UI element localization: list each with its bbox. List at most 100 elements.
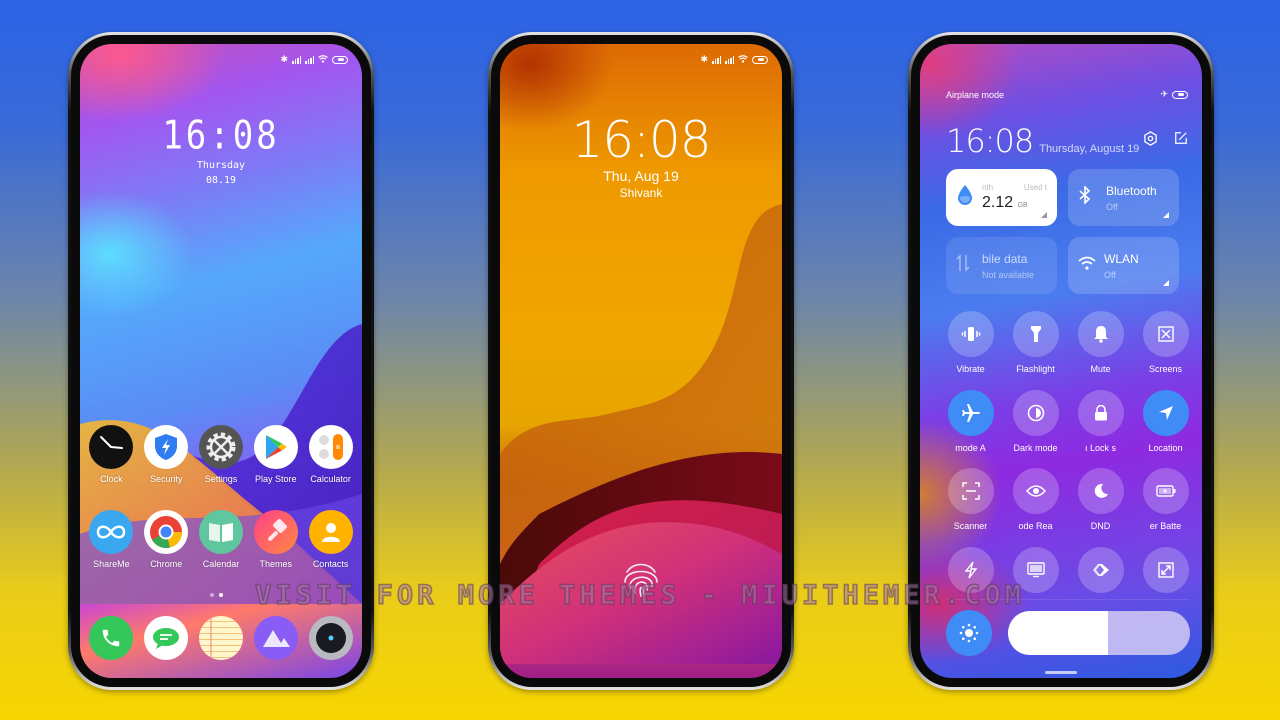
- toggle-label: mode A: [955, 443, 986, 453]
- toggle-floating-window[interactable]: [1141, 547, 1190, 593]
- app-security[interactable]: Security: [139, 425, 194, 484]
- paint-brush-icon: [253, 510, 298, 554]
- scanner-icon: [947, 468, 994, 514]
- app-label: ShareMe: [93, 559, 130, 569]
- app-contacts[interactable]: Contacts: [303, 510, 358, 569]
- eye-icon: [1012, 468, 1059, 514]
- home-indicator[interactable]: [1045, 671, 1077, 674]
- brightness-slider-fill: [1008, 611, 1109, 655]
- bluetooth-title: Bluetooth: [1106, 183, 1157, 198]
- bluetooth-icon: [1078, 185, 1098, 209]
- toggle-mute[interactable]: Mute: [1076, 311, 1125, 374]
- bluetooth-icon: ✱: [700, 54, 708, 64]
- toggle-row-4: [946, 547, 1190, 593]
- brightness-row: [946, 610, 1190, 656]
- toggle-dnd[interactable]: DND: [1076, 468, 1125, 531]
- app-shareme[interactable]: ShareMe: [84, 510, 139, 569]
- toggle-lock-screen[interactable]: ı Lock s: [1076, 390, 1125, 453]
- gallery-icon: [253, 616, 298, 660]
- gear-icon: [198, 425, 243, 469]
- dock-camera[interactable]: [303, 616, 358, 660]
- app-label: Chrome: [150, 559, 183, 569]
- mobile-data-status: Not available: [982, 269, 1035, 280]
- page-indicator[interactable]: [210, 593, 223, 597]
- wlan-tile[interactable]: WLAN Off: [1068, 237, 1179, 294]
- phone-home-screen: ✱ 16:08 Thursday 08.19 Clock Security Se…: [68, 32, 374, 690]
- wlan-title: WLAN: [1104, 251, 1139, 266]
- page-dot[interactable]: [210, 593, 214, 597]
- toggle-cast[interactable]: [1011, 547, 1060, 593]
- signal-icon: [725, 55, 734, 64]
- battery-icon: [1172, 90, 1188, 99]
- home-screen: ✱ 16:08 Thursday 08.19 Clock Security Se…: [80, 44, 362, 678]
- app-settings[interactable]: Settings: [194, 425, 249, 484]
- calendar-book-icon: [198, 510, 243, 554]
- clock-widget[interactable]: 16:08 Thursday 08.19: [80, 113, 362, 186]
- page-dot-active[interactable]: [219, 593, 223, 597]
- edit-icon[interactable]: [1174, 131, 1188, 151]
- toggle-label: Screens: [1148, 364, 1183, 374]
- bluetooth-tile[interactable]: Bluetooth Off: [1068, 169, 1179, 226]
- app-themes[interactable]: Themes: [248, 510, 303, 569]
- expand-corner-icon: [1163, 280, 1169, 286]
- data-usage-tile[interactable]: nth Used t 2.12 GB: [946, 169, 1057, 226]
- signal-icon: [712, 55, 721, 64]
- toggle-dark-mode[interactable]: Dark mode: [1011, 390, 1060, 453]
- app-play-store[interactable]: Play Store: [248, 425, 303, 484]
- toggle-vibrate[interactable]: Vibrate: [946, 311, 995, 374]
- brightness-auto-button[interactable]: [946, 610, 992, 656]
- toggle-location[interactable]: Location: [1141, 390, 1190, 453]
- toggle-scanner[interactable]: Scanner: [946, 468, 995, 531]
- notes-icon: [198, 616, 243, 660]
- fingerprint-icon[interactable]: [619, 558, 663, 602]
- app-label: Clock: [100, 474, 123, 484]
- data-period-label: nth: [982, 183, 994, 192]
- mobile-data-tile[interactable]: bile data Not available: [946, 237, 1057, 294]
- battery-icon: [332, 55, 348, 64]
- wlan-status: Off: [1104, 269, 1116, 280]
- control-center: Airplane mode ✈ 16:08 Thursday, August 1…: [920, 44, 1202, 678]
- app-clock[interactable]: Clock: [84, 425, 139, 484]
- dock-gallery[interactable]: [248, 616, 303, 660]
- cast-screen-icon: [1012, 547, 1059, 593]
- dock-phone[interactable]: [84, 616, 139, 660]
- toggle-flashlight[interactable]: Flashlight: [1011, 311, 1060, 374]
- settings-hex-icon[interactable]: [1143, 131, 1158, 151]
- mobile-data-arrows-icon: [956, 254, 970, 277]
- app-calendar[interactable]: Calendar: [194, 510, 249, 569]
- dock-notes[interactable]: [194, 616, 249, 660]
- lock-owner-name: Shivank: [619, 186, 663, 200]
- app-label: Contacts: [312, 559, 349, 569]
- toggle-row-2: mode A Dark mode ı Lock s Location: [946, 390, 1190, 453]
- bell-icon: [1077, 311, 1124, 357]
- lock-time: 16:08: [571, 111, 711, 169]
- bluetooth-icon: ✱: [280, 54, 288, 64]
- app-grid-row-2: ShareMe Chrome Calendar Themes Contacts: [80, 510, 362, 569]
- cc-date: Thursday, August 19: [1039, 143, 1140, 155]
- messages-icon: [144, 616, 189, 660]
- data-used-unit: GB: [1017, 202, 1028, 209]
- app-label: Calendar: [202, 559, 240, 569]
- toggle-row-1: Vibrate Flashlight Mute Screens: [946, 311, 1190, 374]
- vibrate-icon: [947, 311, 994, 357]
- status-bar: ✱: [280, 54, 348, 65]
- app-label: Play Store: [255, 474, 297, 484]
- play-store-icon: [253, 425, 298, 469]
- dock-messages[interactable]: [139, 616, 194, 660]
- lock-icon: [1077, 390, 1124, 436]
- clock-day: Thursday: [196, 160, 246, 171]
- toggle-row-3: Scanner ode Rea DND er Batte: [946, 468, 1190, 531]
- app-label: Calculator: [310, 474, 351, 484]
- toggle-battery-saver[interactable]: er Batte: [1141, 468, 1190, 531]
- toggle-reading-mode[interactable]: ode Rea: [1011, 468, 1060, 531]
- app-chrome[interactable]: Chrome: [139, 510, 194, 569]
- toggle-airplane-mode[interactable]: mode A: [946, 390, 995, 453]
- toggle-performance[interactable]: [946, 547, 995, 593]
- toggle-label: Location: [1148, 443, 1183, 453]
- toggle-mi-share[interactable]: [1076, 547, 1125, 593]
- app-calculator[interactable]: Calculator: [303, 425, 358, 484]
- airplane-icon: [947, 390, 994, 436]
- toggle-label: er Batte: [1149, 521, 1182, 531]
- toggle-screenshot[interactable]: Screens: [1141, 311, 1190, 374]
- brightness-slider[interactable]: [1008, 611, 1190, 655]
